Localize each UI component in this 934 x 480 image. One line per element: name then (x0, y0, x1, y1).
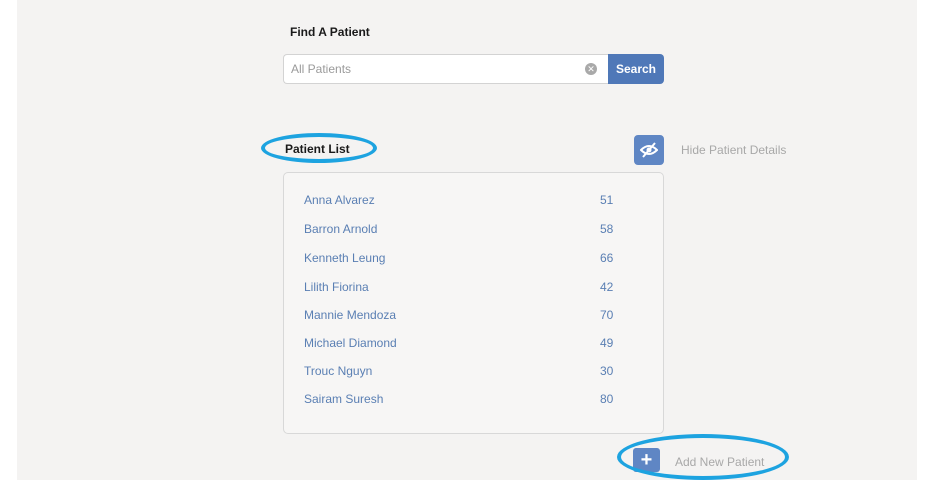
patient-row[interactable]: Michael Diamond 49 (304, 333, 624, 353)
patient-list-title: Patient List (285, 142, 350, 156)
patient-age: 49 (600, 336, 614, 350)
patient-age: 51 (600, 193, 614, 207)
find-patient-title: Find A Patient (290, 25, 370, 39)
clear-icon[interactable]: ✕ (585, 63, 597, 75)
page-background: Find A Patient ✕ Search Patient List Hid… (17, 0, 917, 480)
patient-row[interactable]: Mannie Mendoza 70 (304, 305, 624, 325)
search-bar: ✕ Search (283, 54, 664, 84)
add-patient-label[interactable]: Add New Patient (675, 455, 764, 469)
patient-age: 30 (600, 364, 614, 378)
patient-name: Anna Alvarez (304, 193, 375, 207)
patient-name: Mannie Mendoza (304, 308, 397, 322)
search-button[interactable]: Search (608, 54, 664, 84)
patient-name: Kenneth Leung (304, 251, 386, 265)
patient-row[interactable]: Sairam Suresh 80 (304, 389, 624, 409)
hide-details-label[interactable]: Hide Patient Details (681, 143, 786, 157)
patient-row[interactable]: Barron Arnold 58 (304, 219, 624, 239)
patient-row[interactable]: Anna Alvarez 51 (304, 190, 624, 210)
add-patient-button[interactable]: + (633, 448, 660, 472)
patient-row[interactable]: Trouc Nguyn 30 (304, 361, 624, 381)
plus-icon: + (640, 449, 653, 471)
patient-row[interactable]: Kenneth Leung 66 (304, 248, 624, 268)
patient-name: Sairam Suresh (304, 392, 384, 406)
patient-name: Michael Diamond (304, 336, 397, 350)
patient-age: 70 (600, 308, 614, 322)
patient-age: 80 (600, 392, 614, 406)
patient-row[interactable]: Lilith Fiorina 42 (304, 277, 624, 297)
patient-name: Lilith Fiorina (304, 280, 369, 294)
eye-slash-icon (640, 142, 658, 158)
search-input[interactable] (283, 54, 608, 84)
patient-age: 66 (600, 251, 614, 265)
hide-details-button[interactable] (634, 135, 664, 165)
patient-name: Barron Arnold (304, 222, 378, 236)
patient-age: 58 (600, 222, 614, 236)
patient-list: Anna Alvarez 51 Barron Arnold 58 Kenneth… (283, 172, 664, 434)
patient-age: 42 (600, 280, 614, 294)
patient-name: Trouc Nguyn (304, 364, 373, 378)
